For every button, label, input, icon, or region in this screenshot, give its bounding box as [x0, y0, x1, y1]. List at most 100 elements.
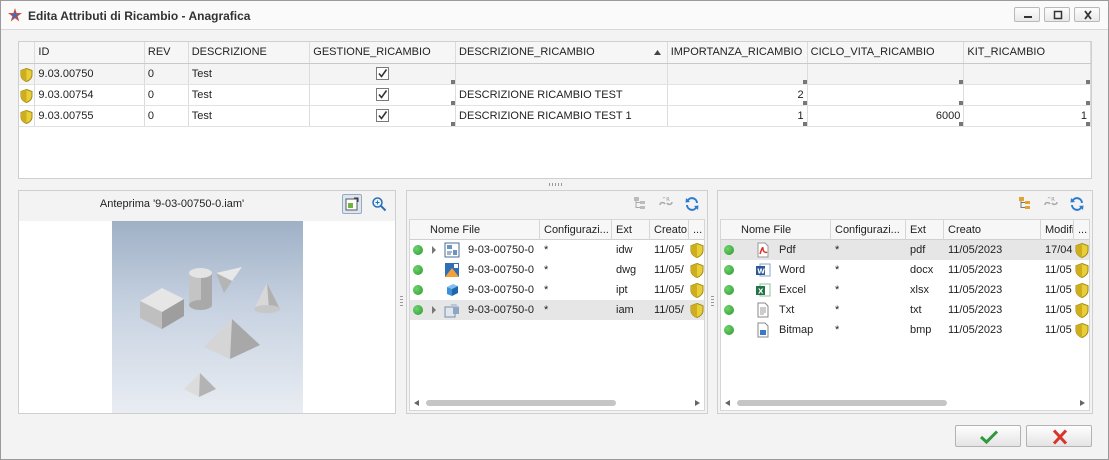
column-header-ext[interactable]: Ext	[906, 220, 944, 240]
rev-cell[interactable]: 0	[144, 84, 189, 106]
horizontal-splitter[interactable]	[549, 183, 563, 186]
column-header-more[interactable]: ...	[689, 220, 704, 240]
expand-arrow[interactable]	[432, 246, 436, 254]
column-header-importanza-ricambio[interactable]: IMPORTANZA_RICAMBIO	[667, 42, 808, 64]
preview-viewport[interactable]	[19, 221, 395, 413]
descrizione-cell[interactable]: Test	[188, 105, 311, 127]
column-header-gestione-ricambio[interactable]: GESTIONE_RICAMBIO	[309, 42, 457, 64]
vertical-splitter-left[interactable]	[400, 296, 403, 308]
svg-text:X: X	[758, 288, 764, 296]
scroll-left-arrow[interactable]	[725, 400, 730, 406]
descrizione-cell[interactable]: Test	[188, 84, 311, 106]
importanza-value: 1	[797, 109, 804, 122]
gestione-cell[interactable]	[309, 105, 457, 127]
gestione-cell[interactable]	[309, 84, 457, 106]
column-header-nome-file[interactable]: Nome File	[737, 220, 831, 240]
files-list[interactable]: Nome File Configurazi... Ext Creato ... …	[409, 219, 705, 411]
descrizione-ricambio-cell[interactable]: DESCRIZIONE RICAMBIO TEST 1	[455, 105, 668, 127]
column-header-configurazione[interactable]: Configurazi...	[540, 220, 612, 240]
list-item[interactable]: 9-03-00750-0 * iam 11/05/	[410, 300, 704, 320]
scrollbar-thumb[interactable]	[426, 400, 616, 406]
title-bar[interactable]: Edita Attributi di Ricambio - Anagrafica	[1, 1, 1108, 30]
column-header-modificato[interactable]: Modifi	[1041, 220, 1074, 240]
table-row[interactable]: 9.03.00750 0 Test	[19, 63, 1091, 85]
kit-cell[interactable]: 1	[963, 105, 1091, 127]
kit-value: 1	[1080, 109, 1087, 122]
list-item[interactable]: Bitmap * bmp 11/05/2023 11/05	[721, 320, 1089, 340]
close-window-button[interactable]	[1074, 7, 1100, 22]
spare-parts-grid[interactable]: ID REV DESCRIZIONE GESTIONE_RICAMBIO DES…	[18, 41, 1092, 179]
list-item[interactable]: Txt * txt 11/05/2023 11/05	[721, 300, 1089, 320]
list-item[interactable]: 9-03-00750-0 * ipt 11/05/	[410, 280, 704, 300]
gestione-checkbox[interactable]	[376, 108, 390, 122]
confirm-button[interactable]	[955, 425, 1021, 447]
table-row[interactable]: 9.03.00755 0 Test DESCRIZIONE RICAMBIO T…	[19, 105, 1091, 127]
bitmap-icon	[757, 322, 769, 338]
scroll-right-arrow[interactable]	[1080, 400, 1085, 406]
rev-cell[interactable]: 0	[144, 63, 189, 85]
tree-view-button[interactable]	[1016, 194, 1036, 214]
files-horizontal-scrollbar[interactable]	[410, 396, 704, 410]
documents-list[interactable]: Nome File Configurazi... Ext Creato Modi…	[720, 219, 1090, 411]
ciclo-vita-cell[interactable]: 6000	[807, 105, 965, 127]
unlink-button[interactable]: ^R	[656, 194, 676, 214]
column-header-kit-ricambio[interactable]: KIT_RICAMBIO	[963, 42, 1091, 64]
list-item[interactable]: W Word * docx 11/05/2023 11/05	[721, 260, 1089, 280]
rev-cell[interactable]: 0	[144, 105, 189, 127]
column-header-descrizione-ricambio[interactable]: DESCRIZIONE_RICAMBIO	[455, 42, 668, 64]
column-header-descrizione[interactable]: DESCRIZIONE	[188, 42, 311, 64]
column-header-nome-file[interactable]: Nome File	[426, 220, 540, 240]
minimize-button[interactable]	[1014, 7, 1040, 22]
id-cell[interactable]: 9.03.00754	[34, 84, 145, 106]
gestione-cell[interactable]	[309, 63, 457, 85]
column-header-ext[interactable]: Ext	[612, 220, 650, 240]
descrizione-cell[interactable]: Test	[188, 63, 311, 85]
importanza-cell[interactable]: 2	[667, 84, 808, 106]
document-config: *	[835, 324, 840, 336]
tree-view-icon	[634, 197, 645, 209]
expand-arrow[interactable]	[432, 306, 436, 314]
id-cell[interactable]: 9.03.00750	[34, 63, 145, 85]
unlink-button[interactable]: ^R	[1041, 194, 1061, 214]
descrizione-ricambio-cell[interactable]	[455, 63, 668, 85]
column-header-creato[interactable]: Creato	[944, 220, 1041, 240]
descrizione-ricambio-cell[interactable]: DESCRIZIONE RICAMBIO TEST	[455, 84, 668, 106]
zoom-button[interactable]	[369, 194, 389, 214]
column-header-creato[interactable]: Creato	[650, 220, 689, 240]
gestione-checkbox[interactable]	[376, 87, 390, 101]
list-item[interactable]: 9-03-00750-0 * dwg 11/05/	[410, 260, 704, 280]
file-ext: dwg	[616, 264, 637, 276]
column-header-ciclo-vita-ricambio[interactable]: CICLO_VITA_RICAMBIO	[807, 42, 965, 64]
tree-view-button[interactable]	[631, 194, 651, 214]
list-item[interactable]: X Excel * xlsx 11/05/2023 11/05	[721, 280, 1089, 300]
scroll-left-arrow[interactable]	[414, 400, 419, 406]
status-dot	[724, 285, 734, 295]
ciclo-vita-cell[interactable]	[807, 63, 965, 85]
list-item[interactable]: Pdf * pdf 11/05/2023 17/04	[721, 240, 1089, 260]
fit-view-button[interactable]	[342, 194, 362, 214]
importanza-cell[interactable]	[667, 63, 808, 85]
refresh-files-button[interactable]	[682, 194, 702, 214]
table-row[interactable]: 9.03.00754 0 Test DESCRIZIONE RICAMBIO T…	[19, 84, 1091, 106]
refresh-documents-button[interactable]	[1067, 194, 1087, 214]
column-header-configurazione[interactable]: Configurazi...	[831, 220, 906, 240]
documents-horizontal-scrollbar[interactable]	[721, 396, 1089, 410]
close-icon	[1052, 429, 1068, 445]
column-header-id[interactable]: ID	[34, 42, 145, 64]
ciclo-vita-cell[interactable]	[807, 84, 965, 106]
cancel-button[interactable]	[1026, 425, 1092, 447]
scroll-right-arrow[interactable]	[695, 400, 700, 406]
scrollbar-thumb[interactable]	[737, 400, 947, 406]
list-item[interactable]: 9-03-00750-0 * idw 11/05/	[410, 240, 704, 260]
maximize-button[interactable]	[1044, 7, 1070, 22]
id-cell[interactable]: 9.03.00755	[34, 105, 145, 127]
assembly-icon	[444, 304, 459, 318]
column-header-more[interactable]: ...	[1074, 220, 1089, 240]
kit-cell[interactable]	[963, 63, 1091, 85]
importanza-cell[interactable]: 1	[667, 105, 808, 127]
gestione-checkbox[interactable]	[376, 66, 390, 80]
ciclo-vita-value: 6000	[935, 109, 961, 122]
vertical-splitter-right[interactable]	[711, 296, 714, 308]
column-header-rev[interactable]: REV	[144, 42, 189, 64]
kit-cell[interactable]	[963, 84, 1091, 106]
